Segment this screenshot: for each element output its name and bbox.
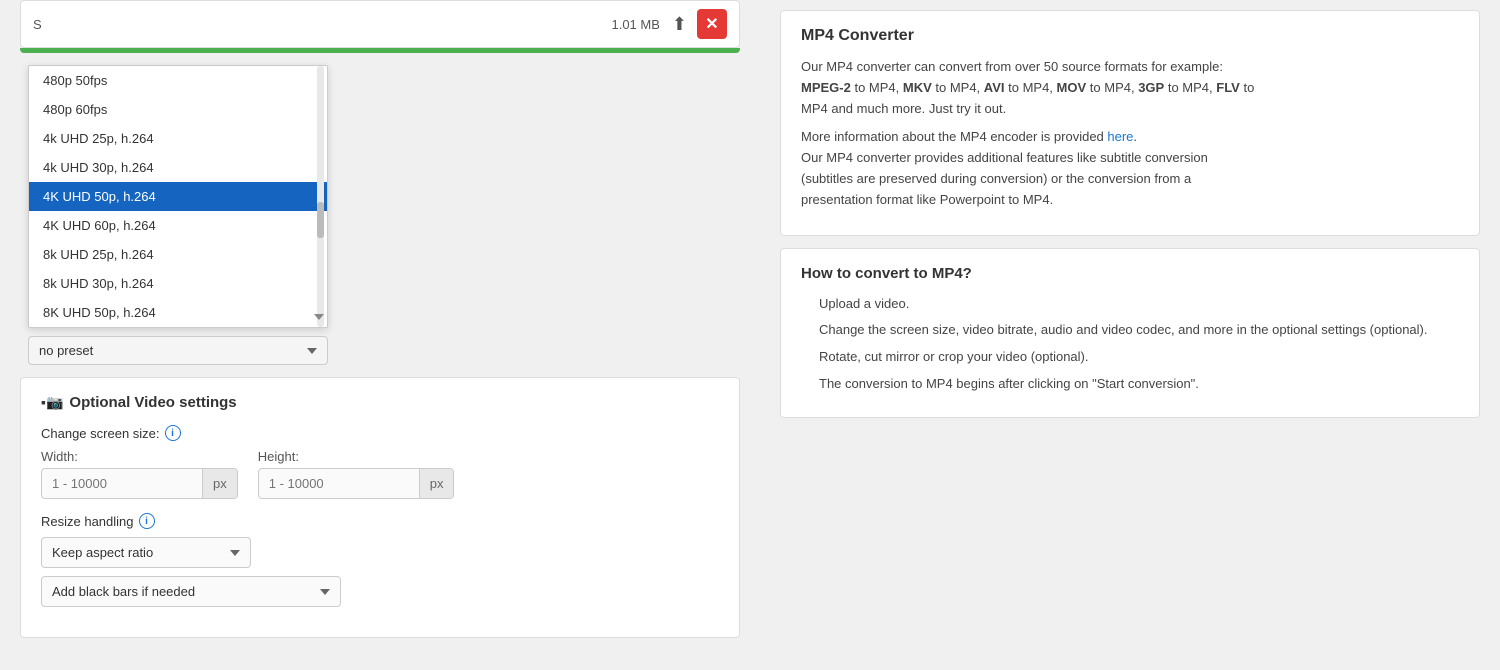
mp4-converter-title: MP4 Converter: [801, 27, 1459, 45]
how-to-step-2: Change the screen size, video bitrate, a…: [819, 320, 1459, 341]
resize-label: Resize handling i: [41, 513, 719, 529]
screen-size-info-icon[interactable]: i: [165, 425, 181, 441]
how-to-title: How to convert to MP4?: [801, 265, 1459, 282]
width-unit: px: [202, 469, 237, 498]
file-size: 1.01 MB: [611, 17, 659, 32]
dropdown-item-4k-50[interactable]: 4K UHD 50p, h.264: [29, 182, 327, 211]
optional-video-settings: ▪📷 Optional Video settings Change screen…: [20, 377, 740, 638]
width-input-wrap: px: [41, 468, 238, 499]
resolution-dropdown-overlay: 480p 50fps 480p 60fps 4k UHD 25p, h.264 …: [20, 65, 740, 328]
dropdown-item-4k-25[interactable]: 4k UHD 25p, h.264: [29, 124, 327, 153]
close-file-button[interactable]: ✕: [697, 9, 727, 39]
how-to-list: Upload a video. Change the screen size, …: [801, 294, 1459, 395]
resize-handling-group: Resize handling i Keep aspect ratio Stre…: [41, 513, 719, 607]
dropdown-item-4k-30[interactable]: 4k UHD 30p, h.264: [29, 153, 327, 182]
dropdown-item-8k-25[interactable]: 8k UHD 25p, h.264: [29, 240, 327, 269]
file-bar: S 1.01 MB ⬆ ✕: [20, 0, 740, 48]
keep-aspect-ratio-select[interactable]: Keep aspect ratio Stretch Crop: [41, 537, 251, 568]
add-black-bars-select[interactable]: Add black bars if needed No black bars C…: [41, 576, 341, 607]
how-to-step-3: Rotate, cut mirror or crop your video (o…: [819, 347, 1459, 368]
mp4-converter-intro: Our MP4 converter can convert from over …: [801, 57, 1459, 119]
resolution-dropdown-list[interactable]: 480p 50fps 480p 60fps 4k UHD 25p, h.264 …: [28, 65, 328, 328]
how-to-step-1: Upload a video.: [819, 294, 1459, 315]
screen-size-label: Change screen size: i: [41, 425, 719, 441]
screen-size-group: Change screen size: i Width: px Height:: [41, 425, 719, 499]
dropdown-item-8k-50[interactable]: 8K UHD 50p, h.264: [29, 298, 327, 327]
section-title: ▪📷 Optional Video settings: [41, 394, 719, 411]
height-input[interactable]: [259, 469, 419, 498]
upload-button[interactable]: ⬆: [672, 14, 687, 35]
how-to-convert-card: How to convert to MP4? Upload a video. C…: [780, 248, 1480, 418]
width-field: Width: px: [41, 449, 238, 499]
video-camera-icon: ▪📷: [41, 394, 63, 411]
dropdown-item-4k-60[interactable]: 4K UHD 60p, h.264: [29, 211, 327, 240]
no-preset-row: no preset custom: [28, 336, 732, 365]
scrollbar-thumb[interactable]: [317, 202, 324, 238]
no-preset-select[interactable]: no preset custom: [28, 336, 328, 365]
resize-info-icon[interactable]: i: [139, 513, 155, 529]
height-field: Height: px: [258, 449, 455, 499]
height-unit: px: [419, 469, 454, 498]
file-name: S: [33, 17, 611, 32]
progress-bar-fill: [20, 48, 740, 53]
dropdown-item-8k-30[interactable]: 8k UHD 30p, h.264: [29, 269, 327, 298]
height-label: Height:: [258, 449, 455, 464]
scroll-down-arrow[interactable]: [314, 307, 324, 323]
mp4-more-info: More information about the MP4 encoder i…: [801, 127, 1459, 210]
width-input[interactable]: [42, 469, 202, 498]
height-input-wrap: px: [258, 468, 455, 499]
dropdown-item-480p-60[interactable]: 480p 60fps: [29, 95, 327, 124]
how-to-step-4: The conversion to MP4 begins after click…: [819, 374, 1459, 395]
width-label: Width:: [41, 449, 238, 464]
mp4-converter-card: MP4 Converter Our MP4 converter can conv…: [780, 10, 1480, 236]
here-link[interactable]: here: [1107, 129, 1133, 144]
dimensions-row: Width: px Height: px: [41, 449, 719, 499]
right-panel: MP4 Converter Our MP4 converter can conv…: [760, 0, 1500, 670]
dropdown-item-480p-50[interactable]: 480p 50fps: [29, 66, 327, 95]
progress-bar-track: [20, 48, 740, 53]
